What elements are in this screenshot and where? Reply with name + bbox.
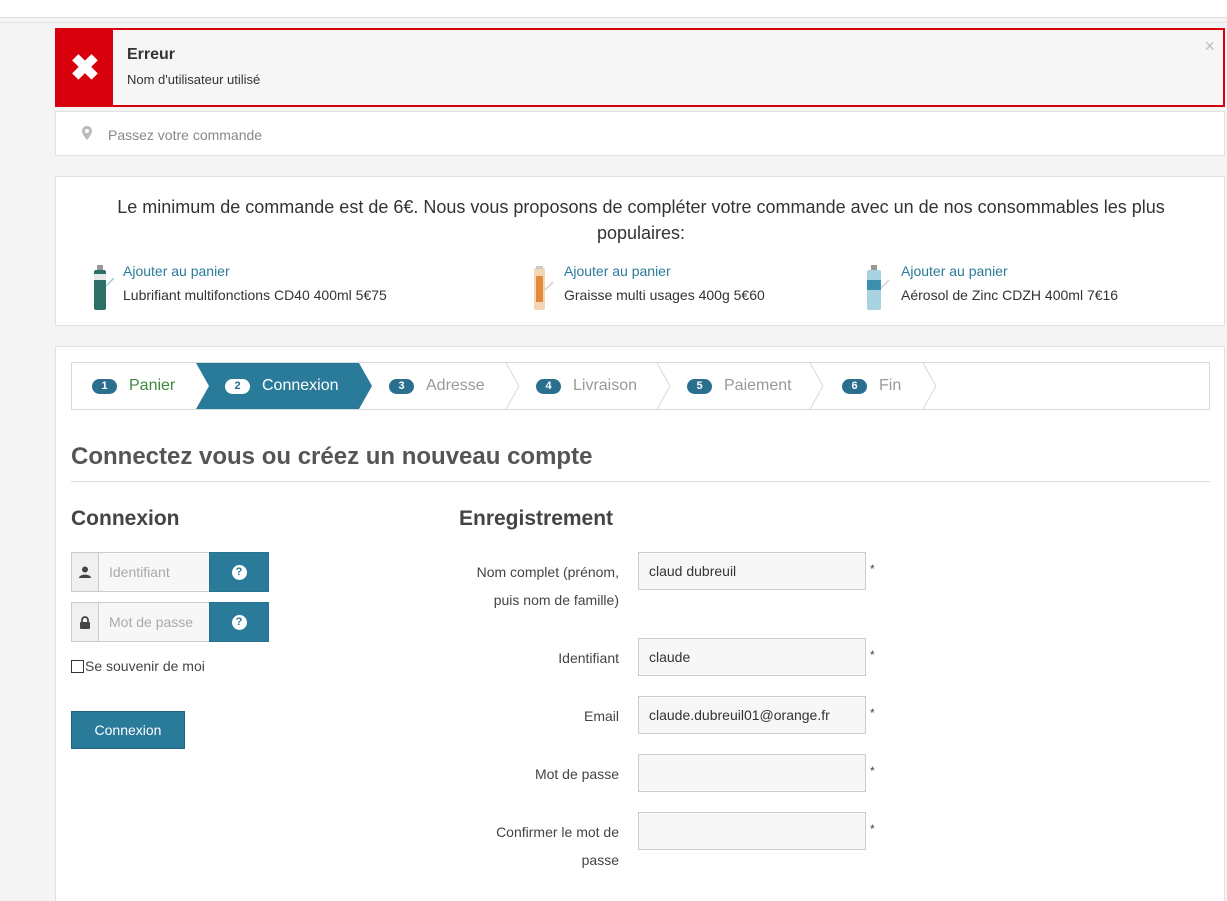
product-item: Ajouter au panier Graisse multi usages 4…	[530, 260, 860, 312]
minimum-order-box: Le minimum de commande est de 6€. Nous v…	[55, 176, 1225, 326]
step-label: Adresse	[426, 377, 485, 394]
username-group: ?	[71, 552, 269, 592]
remember-me[interactable]: Se souvenir de moi	[71, 658, 205, 674]
spray-can-image	[94, 265, 115, 310]
lock-icon	[71, 602, 98, 642]
fullname-label: Nom complet (prénom, puis nom de famille…	[476, 564, 619, 608]
register-password-label: Mot de passe	[534, 766, 619, 782]
breadcrumb: Passez votre commande	[55, 111, 1225, 156]
minimum-order-message: Le minimum de commande est de 6€. Nous v…	[117, 197, 1165, 243]
password-help-button[interactable]: ?	[209, 602, 269, 642]
step-number: 1	[92, 378, 117, 394]
email-input[interactable]	[638, 696, 866, 734]
add-to-cart-link[interactable]: Ajouter au panier	[123, 263, 230, 279]
step-livraison: 4 Livraison	[536, 363, 637, 409]
step-adresse: 3 Adresse	[389, 363, 485, 409]
username-input[interactable]	[98, 552, 210, 592]
step-label: Fin	[879, 377, 902, 394]
password-input[interactable]	[98, 602, 210, 642]
question-icon: ?	[231, 564, 247, 580]
error-alert: ✖ Erreur Nom d'utilisateur utilisé ×	[55, 28, 1225, 107]
remember-me-label: Se souvenir de moi	[85, 658, 205, 674]
step-connexion[interactable]: 2 Connexion	[225, 363, 339, 409]
username-label: Identifiant	[558, 650, 619, 666]
step-number: 2	[225, 378, 250, 394]
login-button[interactable]: Connexion	[71, 711, 185, 749]
question-icon: ?	[231, 614, 247, 630]
alert-message: Nom d'utilisateur utilisé	[127, 72, 261, 87]
error-x-icon: ✖	[57, 30, 113, 105]
remember-me-checkbox[interactable]	[71, 659, 84, 673]
username-help-button[interactable]: ?	[209, 552, 269, 592]
required-mark: *	[870, 648, 875, 662]
required-mark: *	[870, 764, 875, 778]
fullname-input[interactable]	[638, 552, 866, 590]
checkout-panel: 1 Panier 2 Connexion 3 Adresse 4 Livrais…	[55, 346, 1225, 901]
breadcrumb-text: Passez votre commande	[108, 127, 263, 143]
step-paiement: 5 Paiement	[687, 363, 792, 409]
product-name: Graisse multi usages 400g 5€60	[564, 287, 765, 303]
required-mark: *	[870, 562, 875, 576]
add-to-cart-link[interactable]: Ajouter au panier	[564, 263, 671, 279]
step-label: Paiement	[724, 377, 792, 394]
email-label: Email	[583, 708, 619, 724]
confirm-password-label: Confirmer le mot de passe	[496, 824, 619, 868]
grease-tube-image	[534, 266, 554, 310]
step-number: 5	[687, 378, 712, 394]
product-item: Ajouter au panier Lubrifiant multifoncti…	[89, 260, 469, 312]
product-name: Aérosol de Zinc CDZH 400ml 7€16	[901, 287, 1119, 303]
password-group: ?	[71, 602, 269, 642]
register-password-input[interactable]	[638, 754, 866, 792]
required-mark: *	[870, 706, 875, 720]
top-bar	[0, 0, 1227, 18]
step-fin: 6 Fin	[842, 363, 901, 409]
product-item: Ajouter au panier Aérosol de Zinc CDZH 4…	[864, 260, 1194, 312]
add-to-cart-link[interactable]: Ajouter au panier	[901, 263, 1008, 279]
top-divider	[0, 22, 1227, 23]
user-icon	[71, 552, 98, 592]
confirm-password-input[interactable]	[638, 812, 866, 850]
register-username-input[interactable]	[638, 638, 866, 676]
required-mark: *	[870, 822, 875, 836]
step-number: 3	[389, 378, 414, 394]
alert-title: Erreur	[127, 46, 176, 63]
title-divider	[71, 481, 1210, 482]
step-label: Livraison	[573, 377, 638, 394]
step-label: Panier	[129, 377, 176, 394]
register-title: Enregistrement	[459, 507, 614, 530]
page-title: Connectez vous ou créez un nouveau compt…	[71, 443, 593, 470]
map-marker-icon	[82, 126, 92, 140]
checkout-steps: 1 Panier 2 Connexion 3 Adresse 4 Livrais…	[71, 362, 1210, 410]
step-panier[interactable]: 1 Panier	[92, 363, 175, 409]
product-name: Lubrifiant multifonctions CD40 400ml 5€7…	[123, 287, 387, 303]
step-number: 6	[842, 378, 867, 394]
login-title: Connexion	[71, 507, 180, 530]
step-number: 4	[536, 378, 561, 394]
spray-can-image	[867, 265, 890, 310]
close-icon[interactable]: ×	[1204, 36, 1215, 57]
step-label: Connexion	[262, 377, 339, 394]
